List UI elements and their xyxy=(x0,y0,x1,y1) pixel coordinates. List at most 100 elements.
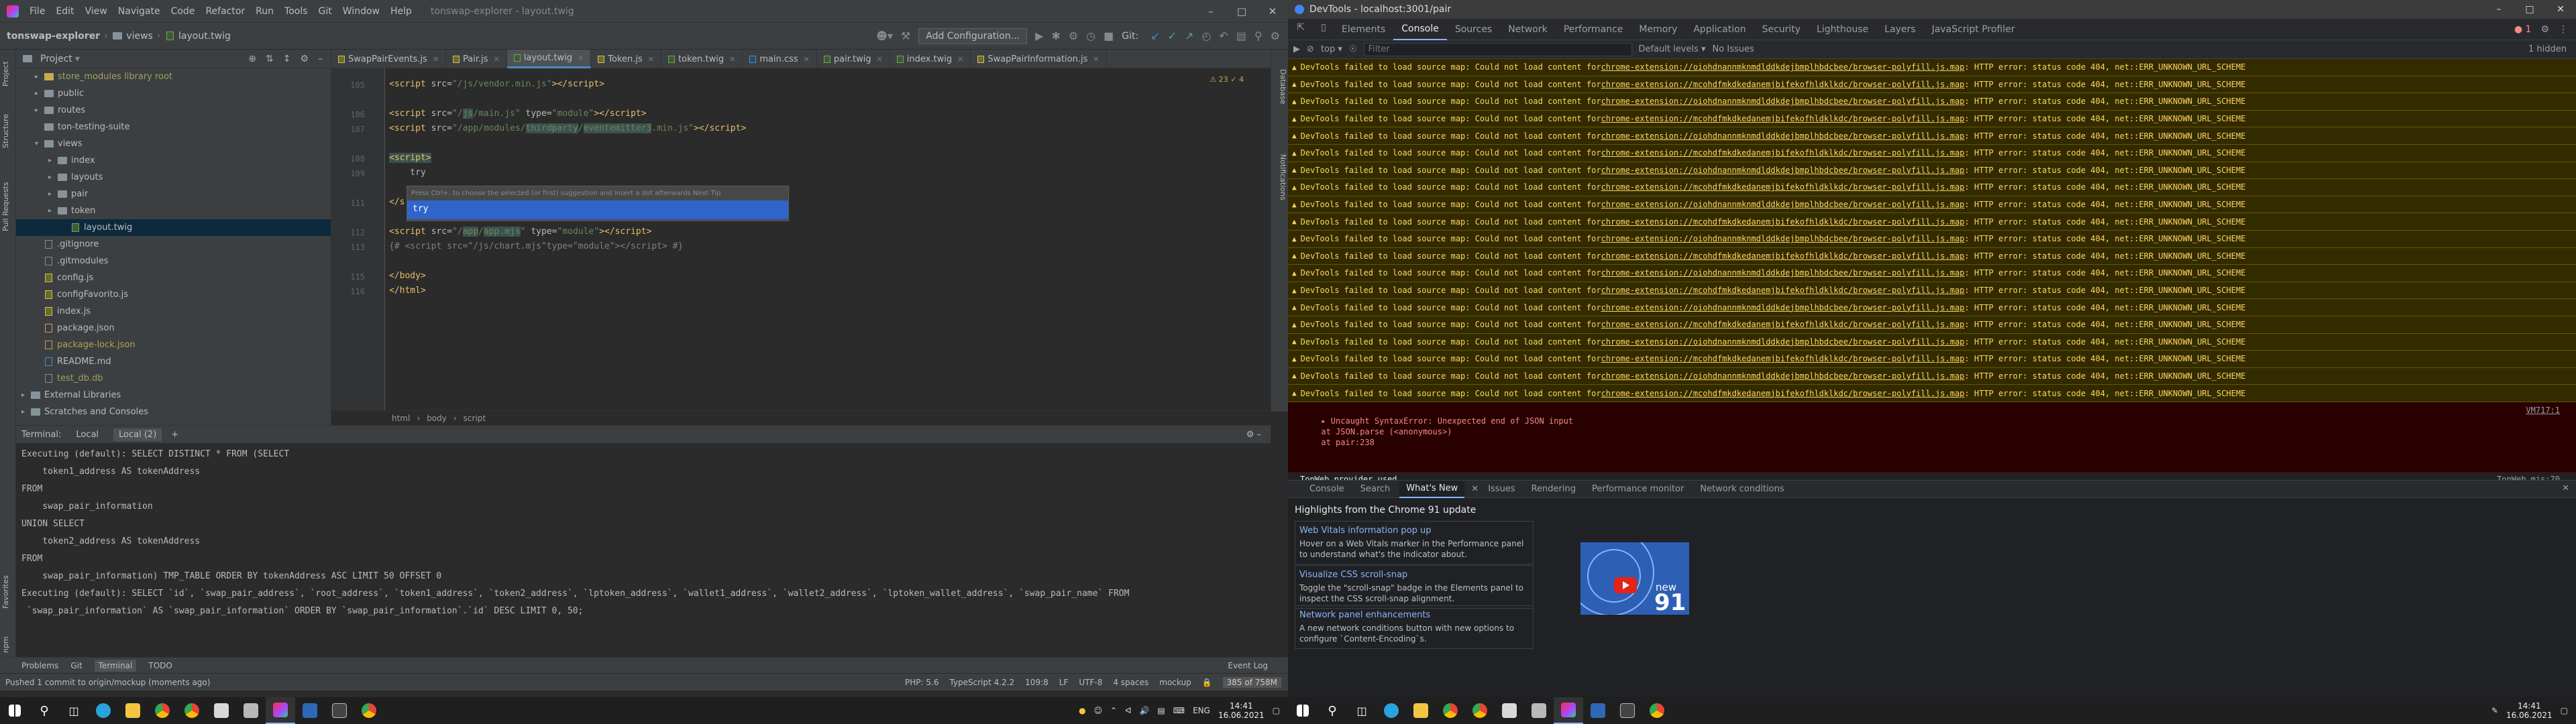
close-tab-icon[interactable]: ✕ xyxy=(1471,484,1479,494)
editor-tab[interactable]: layout.twig ✕ xyxy=(506,50,592,68)
tree-item[interactable]: config.js xyxy=(16,269,331,286)
editor-tab[interactable]: SwapPairEvents.js ✕ xyxy=(331,50,447,68)
warning-link[interactable]: chrome-extension://mcohdfmkdkedanemjbife… xyxy=(1601,148,1965,158)
editor-tab[interactable]: token.twig ✕ xyxy=(661,50,743,68)
tree-item[interactable]: configFavorito.js xyxy=(16,286,331,303)
tree-item[interactable]: ▸ Scratches and Consoles xyxy=(16,404,331,420)
warning-message[interactable]: ▲ DevTools failed to load source map: Cou… xyxy=(1288,351,2576,368)
warning-link[interactable]: chrome-extension://mcohdfmkdkedanemjbife… xyxy=(1601,182,1965,192)
profile-icon[interactable]: ◷ xyxy=(1086,29,1095,42)
event-log-button[interactable]: Event Log xyxy=(1228,661,1268,670)
breadcrumb-project[interactable]: tonswap-explorer xyxy=(7,31,100,42)
terminal-output[interactable]: Executing (default): SELECT DISTINCT * F… xyxy=(16,443,1271,623)
clear-console-icon[interactable]: ⊘ xyxy=(1307,44,1314,54)
vscode-icon[interactable] xyxy=(1583,697,1613,724)
devtools-tab-sources[interactable]: Sources xyxy=(1447,19,1500,40)
menu-item-code[interactable]: Code xyxy=(166,6,201,17)
close-icon[interactable]: ✕ xyxy=(1257,5,1288,17)
warning-message[interactable]: ▲ DevTools failed to load source map: Cou… xyxy=(1288,247,2576,265)
expand-arrow-icon[interactable]: ▸ xyxy=(48,190,56,198)
restore-icon[interactable]: □ xyxy=(1226,5,1257,17)
warning-message[interactable]: ▲ DevTools failed to load source map: Cou… xyxy=(1288,127,2576,145)
tree-item[interactable]: package.json xyxy=(16,320,331,337)
code-line[interactable]: <script> xyxy=(389,153,431,163)
project-panel-title[interactable]: Project xyxy=(40,54,72,64)
tool-tab-notifications[interactable]: Notifications xyxy=(1274,143,1287,210)
menu-item-git[interactable]: Git xyxy=(313,6,337,17)
warning-message[interactable]: ▲ DevTools failed to load source map: Cou… xyxy=(1288,230,2576,248)
search-icon[interactable]: ⚲ xyxy=(30,697,59,724)
devtools-tab-elements[interactable]: Elements xyxy=(1334,19,1393,40)
devtools-tab-performance[interactable]: Performance xyxy=(1556,19,1631,40)
breadcrumb-views[interactable]: views xyxy=(126,31,153,42)
devtools-tab-application[interactable]: Application xyxy=(1685,19,1754,40)
close-icon[interactable]: ✕ xyxy=(2545,4,2576,15)
inspect-element-icon[interactable]: ⇱ xyxy=(1293,22,1308,37)
warning-link[interactable]: chrome-extension://oiohdnannmknmdlddkdej… xyxy=(1601,268,1965,278)
debug-icon[interactable]: ✱ xyxy=(1051,29,1060,42)
windows-start-icon[interactable] xyxy=(0,697,30,724)
language-indicator[interactable]: ENG xyxy=(1193,706,1210,715)
editor-tab[interactable]: pair.twig ✕ xyxy=(817,50,890,68)
close-tab-icon[interactable]: ✕ xyxy=(1093,55,1099,64)
crumb-script[interactable]: script xyxy=(464,414,486,423)
crumb-body[interactable]: body xyxy=(427,414,447,423)
user-icon[interactable]: ☻▾ xyxy=(876,29,893,42)
tool-tab-database[interactable]: Database xyxy=(1274,63,1287,110)
tool-tab-npm[interactable]: npm xyxy=(1,631,15,658)
warning-message[interactable]: ▲ DevTools failed to load source map: Cou… xyxy=(1288,299,2576,316)
drawer-tab-issues[interactable]: Issues xyxy=(1481,481,1521,498)
code-line[interactable]: </s xyxy=(389,197,405,207)
keyboard-icon[interactable]: ⌨ xyxy=(1173,706,1185,715)
expand-arrow-icon[interactable]: ▸ xyxy=(21,408,30,416)
tree-item[interactable]: ton-testing-suite xyxy=(16,119,331,135)
warning-message[interactable]: ▲ DevTools failed to load source map: Cou… xyxy=(1288,144,2576,162)
issues-button[interactable]: No Issues xyxy=(1713,44,1754,54)
chrome-icon[interactable] xyxy=(177,697,207,724)
chrome-icon[interactable] xyxy=(1436,697,1465,724)
warning-message[interactable]: ▲ DevTools failed to load source map: Cou… xyxy=(1288,282,2576,300)
tree-item[interactable]: ▸ routes xyxy=(16,102,331,119)
telegram-icon[interactable] xyxy=(89,697,118,724)
warning-link[interactable]: chrome-extension://oiohdnannmknmdlddkdej… xyxy=(1601,337,1965,347)
drawer-tab-performance-monitor[interactable]: Performance monitor xyxy=(1585,481,1690,498)
warning-link[interactable]: chrome-extension://mcohdfmkdkedanemjbife… xyxy=(1601,354,1965,363)
editor-tab[interactable]: SwapPairInformation.js ✕ xyxy=(971,50,1107,68)
error-count-badge[interactable]: ● 1 xyxy=(2514,24,2532,35)
menu-item-view[interactable]: View xyxy=(80,6,113,17)
tree-item[interactable]: README.md xyxy=(16,353,331,370)
settings-icon[interactable]: ⚙ xyxy=(1271,29,1280,42)
drawer-tab-rendering[interactable]: Rendering xyxy=(1525,481,1582,498)
expand-arrow-icon[interactable]: ▸ xyxy=(35,107,43,114)
layout-icon[interactable]: ▤ xyxy=(1236,29,1246,42)
editor-tab[interactable]: Pair.js ✕ xyxy=(446,50,507,68)
tool-tab-project[interactable]: Project xyxy=(1,54,15,94)
chrome-icon[interactable] xyxy=(1642,697,1672,724)
windows-start-icon[interactable] xyxy=(1288,697,1318,724)
tree-item[interactable]: ▸ External Libraries xyxy=(16,387,331,404)
gear-icon[interactable]: ⚙ xyxy=(300,54,309,64)
caret-position[interactable]: 109:8 xyxy=(1025,678,1049,687)
file-encoding[interactable]: UTF-8 xyxy=(1079,678,1102,687)
file-explorer-icon[interactable] xyxy=(118,697,148,724)
menu-item-help[interactable]: Help xyxy=(385,6,417,17)
clock[interactable]: 14:41 16.06.2021 xyxy=(1218,701,1265,720)
chevron-down-icon[interactable]: ▾ xyxy=(75,54,80,64)
tree-item[interactable]: index.js xyxy=(16,303,331,320)
device-toolbar-icon[interactable]: ▯ xyxy=(1316,22,1331,37)
memory-indicator[interactable]: 385 of 758M xyxy=(1222,676,1281,688)
lock-icon[interactable]: 🔒 xyxy=(1202,678,1212,687)
app-icon[interactable] xyxy=(1495,697,1524,724)
terminal-icon[interactable] xyxy=(1613,697,1642,724)
drawer-tab-search[interactable]: Search xyxy=(1354,481,1397,498)
git-branch[interactable]: mockup xyxy=(1159,678,1191,687)
close-tab-icon[interactable]: ✕ xyxy=(648,55,654,64)
typescript-version[interactable]: TypeScript 4.2.2 xyxy=(949,678,1014,687)
levels-dropdown[interactable]: Default levels ▾ xyxy=(1639,44,1706,54)
drawer-tab-network-conditions[interactable]: Network conditions xyxy=(1693,481,1790,498)
add-configuration-button[interactable]: Add Configuration... xyxy=(918,27,1028,44)
warning-link[interactable]: chrome-extension://oiohdnannmknmdlddkdej… xyxy=(1601,371,1965,381)
code-line[interactable]: <script src="/app/modules/thirdparty/eve… xyxy=(389,123,746,133)
tree-item[interactable]: ▸ token xyxy=(16,202,331,219)
volume-icon[interactable]: 🔊 xyxy=(1139,706,1149,715)
